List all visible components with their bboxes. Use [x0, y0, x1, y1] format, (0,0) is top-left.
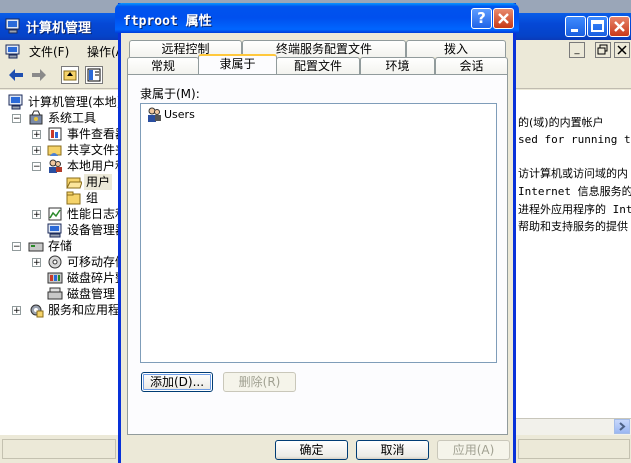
dialog-close-button[interactable]	[493, 8, 514, 29]
tree-item-disk-defragmenter[interactable]: 磁盘碎片整理程序	[67, 270, 118, 286]
expand-performance-logs[interactable]: +	[32, 210, 41, 220]
defrag-icon	[47, 270, 63, 286]
folder-icon	[66, 190, 82, 206]
dialog-titlebar[interactable]: ftproot 属性 ?	[115, 3, 519, 33]
tree-item-users[interactable]: 用户	[84, 174, 113, 190]
horizontal-scrollbar[interactable]	[516, 418, 631, 435]
dialog-title: ftproot 属性	[123, 14, 212, 29]
back-arrow-icon[interactable]	[7, 66, 25, 84]
background-window-title: 计算机管理	[26, 21, 92, 36]
tree-item-removable-storage[interactable]: 可移动存储	[67, 254, 118, 270]
show-hide-tree-icon[interactable]	[85, 66, 103, 84]
status-cell	[2, 439, 116, 459]
device-manager-icon	[47, 222, 63, 238]
cancel-button[interactable]: 取消	[356, 440, 429, 460]
tree-item-services-applications[interactable]: 服务和应用程序	[48, 302, 118, 318]
performance-logs-icon	[47, 206, 63, 222]
event-viewer-icon	[47, 126, 63, 142]
storage-icon	[28, 238, 44, 254]
computer-management-icon	[8, 94, 24, 110]
description-line: 的(域)的内置帐户	[518, 116, 604, 129]
maximize-button[interactable]	[587, 16, 608, 37]
member-name: Users	[164, 108, 195, 121]
system-tools-icon	[28, 110, 44, 126]
description-line: Internet 信息服务的	[518, 185, 631, 198]
scroll-right-button[interactable]	[614, 419, 630, 434]
system-menu-icon[interactable]	[5, 43, 21, 59]
apply-button[interactable]: 应用(A)	[437, 440, 510, 460]
forward-arrow-icon[interactable]	[30, 66, 48, 84]
collapse-local-users[interactable]: −	[32, 162, 41, 172]
tab-dial-in[interactable]: 拨入	[406, 40, 506, 57]
up-folder-icon[interactable]	[61, 66, 79, 84]
computer-icon	[5, 18, 21, 34]
ok-button[interactable]: 确定	[275, 440, 348, 460]
status-cell	[518, 439, 630, 459]
expand-removable-storage[interactable]: +	[32, 258, 41, 268]
description-line: sed for running the	[518, 133, 631, 146]
tree-item-disk-management[interactable]: 磁盘管理	[67, 286, 115, 302]
expand-shared-folders[interactable]: +	[32, 146, 41, 156]
tree-item-device-manager[interactable]: 设备管理器	[67, 222, 118, 238]
mdi-minimize-button[interactable]: _	[569, 42, 585, 58]
collapse-system-tools[interactable]: −	[12, 114, 21, 124]
tree-item-computer-management[interactable]: 计算机管理(本地)	[28, 94, 118, 110]
mdi-restore-button[interactable]	[595, 42, 611, 58]
group-icon	[146, 107, 162, 123]
description-line: 访计算机或访问域的内	[518, 167, 628, 180]
expand-event-viewer[interactable]: +	[32, 130, 41, 140]
member-of-list[interactable]: Users	[140, 103, 497, 363]
description-line: 帮助和支持服务的提供	[518, 220, 628, 233]
background-close-button[interactable]	[609, 16, 630, 37]
tree-item-local-users-groups[interactable]: 本地用户和组	[67, 158, 118, 174]
disk-management-icon	[47, 286, 63, 302]
help-button[interactable]: ?	[471, 8, 492, 29]
tree-item-performance-logs[interactable]: 性能日志和警报	[67, 206, 118, 222]
member-of-label: 隶属于(M):	[140, 87, 200, 101]
tree-item-storage[interactable]: 存储	[48, 238, 72, 254]
tab-profile[interactable]: 配置文件	[276, 57, 360, 74]
tab-general[interactable]: 常规	[127, 57, 199, 74]
tree-item-groups[interactable]: 组	[86, 190, 98, 206]
mdi-close-button[interactable]	[614, 42, 630, 58]
minimize-button[interactable]	[565, 16, 586, 37]
tree-item-event-viewer[interactable]: 事件查看器	[67, 126, 118, 142]
add-button[interactable]: 添加(D)...	[141, 372, 213, 392]
removable-storage-icon	[47, 254, 63, 270]
description-line: 进程外应用程序的 Int	[518, 203, 631, 216]
tree-item-system-tools[interactable]: 系统工具	[48, 110, 96, 126]
tree-item-shared-folders[interactable]: 共享文件夹	[67, 142, 118, 158]
remove-button[interactable]: 删除(R)	[223, 372, 296, 392]
users-group-icon	[47, 158, 63, 174]
shared-folder-icon	[47, 142, 63, 158]
details-pane: 的(域)的内置帐户 sed for running the 访计算机或访问域的内…	[516, 90, 631, 420]
tab-sessions[interactable]: 会话	[435, 57, 508, 74]
expand-services-applications[interactable]: +	[12, 306, 21, 316]
collapse-storage[interactable]: −	[12, 242, 21, 252]
menu-file[interactable]: 文件(F)	[29, 43, 69, 60]
tab-environment[interactable]: 环境	[360, 57, 435, 74]
console-tree: 计算机管理(本地) − 系统工具 + 事件查看器 + 共享文件夹 − 本地用户和…	[0, 90, 119, 435]
services-icon	[28, 302, 44, 318]
tab-member-of[interactable]: 隶属于	[198, 54, 277, 74]
open-folder-icon	[66, 174, 82, 190]
